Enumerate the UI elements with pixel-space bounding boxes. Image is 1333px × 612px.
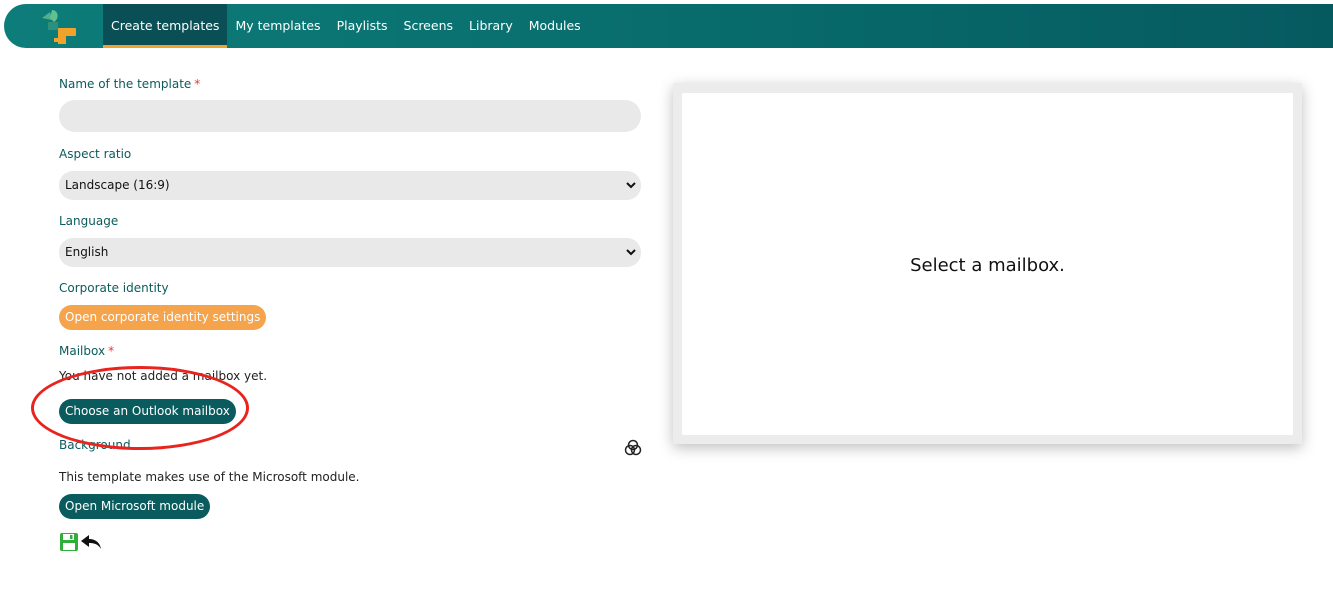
- mailbox-label: Mailbox *: [59, 344, 114, 358]
- template-name-label: Name of the template *: [59, 77, 200, 91]
- aspect-ratio-label: Aspect ratio: [59, 147, 132, 161]
- nav-playlists[interactable]: Playlists: [329, 4, 396, 48]
- corporate-identity-label: Corporate identity: [59, 281, 169, 295]
- open-corporate-identity-button[interactable]: Open corporate identity settings: [59, 305, 267, 330]
- top-navigation-bar: Create templates My templates Playlists …: [4, 4, 1333, 48]
- language-label: Language: [59, 214, 119, 228]
- save-icon[interactable]: [59, 532, 79, 552]
- nav-modules[interactable]: Modules: [521, 4, 589, 48]
- mailbox-label-text: Mailbox: [59, 344, 106, 358]
- main-nav: Create templates My templates Playlists …: [103, 4, 589, 48]
- nav-create-templates[interactable]: Create templates: [103, 4, 228, 48]
- template-preview-panel: Select a mailbox.: [673, 83, 1302, 444]
- mailbox-empty-text: You have not added a mailbox yet.: [59, 369, 268, 383]
- template-name-label-text: Name of the template: [59, 77, 192, 91]
- nav-my-templates[interactable]: My templates: [227, 4, 328, 48]
- choose-outlook-mailbox-button[interactable]: Choose an Outlook mailbox: [59, 399, 236, 424]
- required-marker: *: [108, 344, 115, 358]
- preview-message: Select a mailbox.: [910, 255, 1065, 276]
- color-palette-icon[interactable]: [624, 439, 642, 457]
- nav-screens[interactable]: Screens: [396, 4, 462, 48]
- language-value: English: [65, 245, 109, 259]
- nav-library[interactable]: Library: [461, 4, 521, 48]
- language-select[interactable]: English: [59, 238, 641, 267]
- preview-canvas: Select a mailbox.: [682, 93, 1293, 435]
- module-usage-text: This template makes use of the Microsoft…: [59, 470, 360, 484]
- undo-icon[interactable]: [80, 533, 102, 551]
- required-marker: *: [194, 77, 201, 91]
- aspect-ratio-value: Landscape (16:9): [65, 178, 170, 192]
- app-logo[interactable]: [40, 8, 84, 46]
- chevron-down-icon: [626, 182, 636, 189]
- template-name-input[interactable]: [59, 100, 641, 132]
- open-microsoft-module-button[interactable]: Open Microsoft module: [59, 494, 211, 519]
- chevron-down-icon: [626, 249, 636, 256]
- aspect-ratio-select[interactable]: Landscape (16:9): [59, 171, 641, 200]
- background-label: Background: [59, 438, 131, 452]
